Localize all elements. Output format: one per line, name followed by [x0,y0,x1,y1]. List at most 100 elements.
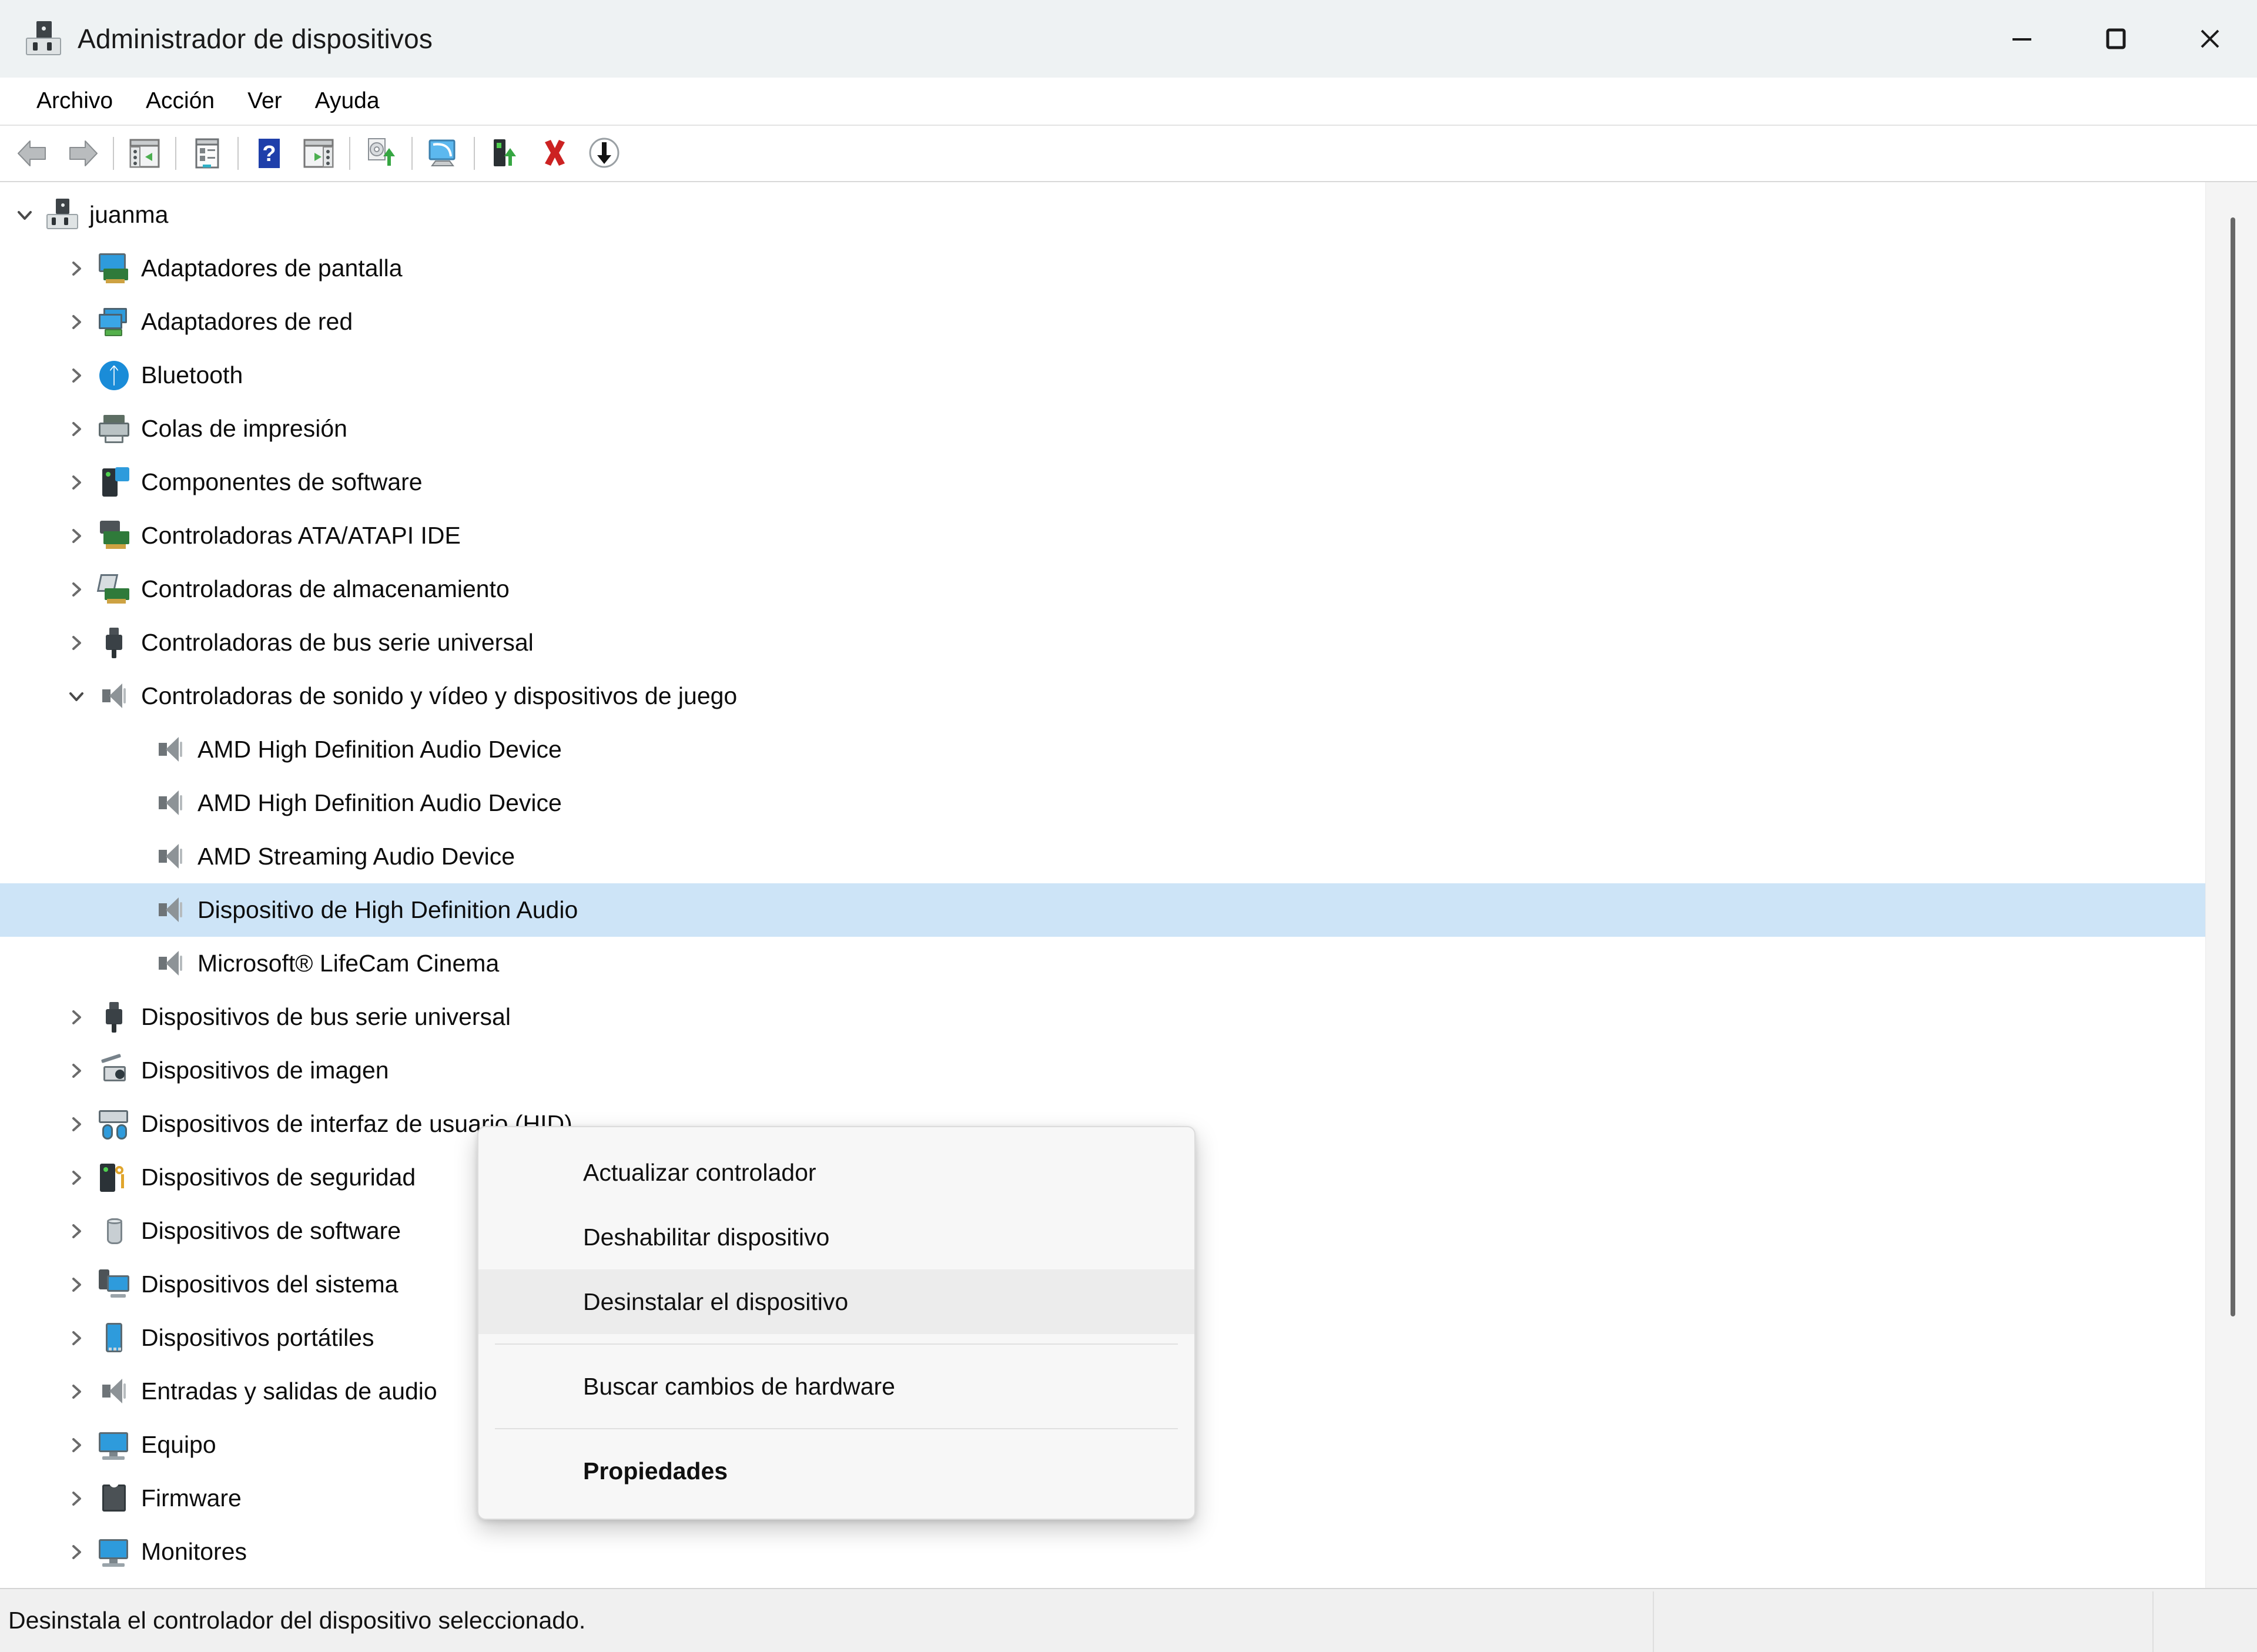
menu-accion[interactable]: Acción [129,77,231,125]
forward-button[interactable] [58,131,107,176]
tree-node-dispositivo-de-high-definition-audio[interactable]: Dispositivo de High Definition Audio [0,883,2257,937]
chevron-right-icon[interactable] [63,630,89,656]
chevron-right-icon[interactable] [63,470,89,495]
tree-node-amd-streaming-audio-device[interactable]: AMD Streaming Audio Device [0,830,2257,883]
enable-device-button[interactable] [481,131,530,176]
chevron-right-icon[interactable] [63,363,89,388]
tree-pane: juanma Adaptadores de pantalla Adaptador… [0,182,2257,1588]
maximize-button[interactable] [2069,0,2163,78]
chevron-down-icon[interactable] [63,683,89,709]
status-bar-divider [2152,1591,2154,1652]
system-device-icon [98,1268,130,1301]
speaker-icon [154,840,187,873]
tree-node-dispositivos-de-imagen[interactable]: Dispositivos de imagen [0,1044,2257,1097]
context-menu-item-actualizar-controlador[interactable]: Actualizar controlador [478,1140,1194,1205]
scan-hardware-button[interactable] [418,131,468,176]
menu-archivo[interactable]: Archivo [20,77,129,125]
chevron-right-icon[interactable] [63,523,89,549]
tree-node-label: Controladoras ATA/ATAPI IDE [141,522,461,549]
chevron-down-icon[interactable] [12,202,38,228]
tree-node-controladoras-ata-atapi-ide[interactable]: Controladoras ATA/ATAPI IDE [0,509,2257,562]
chevron-right-icon[interactable] [63,577,89,602]
tree-node-label: Firmware [141,1485,242,1512]
tree-node-label: Dispositivos de imagen [141,1057,389,1084]
chevron-right-icon[interactable] [63,256,89,282]
tree-node-juanma[interactable]: juanma [0,188,2257,242]
context-menu-item-desinstalar-el-dispositivo[interactable]: Desinstalar el dispositivo [478,1269,1194,1334]
storage-controller-icon [96,573,130,606]
tree-node-adaptadores-de-red[interactable]: Adaptadores de red [0,295,2257,349]
chevron-right-icon[interactable] [63,1218,89,1244]
speaker-icon [154,787,187,820]
firmware-chip-icon [98,1482,130,1515]
toolbar: ? [0,126,2257,182]
tree-node-controladoras-de-almacenamiento[interactable]: Controladoras de almacenamiento [0,562,2257,616]
tree-node-bluetooth[interactable]: ᛏ Bluetooth [0,349,2257,402]
tree-node-label: AMD High Definition Audio Device [197,789,562,816]
menu-ver[interactable]: Ver [231,77,299,125]
context-menu-separator [495,1343,1178,1345]
svg-text:?: ? [262,142,276,166]
chevron-right-icon[interactable] [63,1058,89,1084]
window-controls [1975,0,2257,78]
console-tree-button[interactable] [120,131,169,176]
help-button[interactable]: ? [245,131,294,176]
tree-node-label: Adaptadores de red [141,308,353,335]
action-pane-button[interactable] [294,131,343,176]
minimize-button[interactable] [1975,0,2069,78]
context-menu-separator [495,1428,1178,1429]
menu-ayuda[interactable]: Ayuda [299,77,396,125]
toolbar-separator [349,137,350,170]
close-button[interactable] [2163,0,2257,78]
speaker-icon [154,733,187,766]
tree-node-label: Dispositivos del sistema [141,1271,399,1298]
tree-node-monitores[interactable]: Monitores [0,1525,2257,1579]
tree-node-controladoras-de-sonido-y-video[interactable]: Controladoras de sonido y vídeo y dispos… [0,669,2257,723]
chevron-right-icon[interactable] [63,1486,89,1512]
chevron-right-icon[interactable] [63,1111,89,1137]
software-component-icon [98,466,130,499]
tree-node-dispositivos-de-bus-serie-universal[interactable]: Dispositivos de bus serie universal [0,990,2257,1044]
chevron-right-icon[interactable] [63,1432,89,1458]
device-manager-icon [25,20,62,58]
chevron-right-icon[interactable] [63,1165,89,1191]
tree-node-microsoft-lifecam-cinema[interactable]: Microsoft® LifeCam Cinema [0,937,2257,990]
software-device-icon [98,1215,130,1248]
chevron-right-icon[interactable] [63,309,89,335]
update-driver-button[interactable] [356,131,406,176]
tree-node-label: Controladoras de bus serie universal [141,629,534,656]
portable-device-icon [98,1322,130,1355]
chevron-right-icon[interactable] [63,1539,89,1565]
tree-node-amd-high-definition-audio-device[interactable]: AMD High Definition Audio Device [0,776,2257,830]
chevron-right-icon[interactable] [63,1272,89,1298]
speaker-icon [154,947,187,980]
tree-node-label: Entradas y salidas de audio [141,1378,437,1405]
tree-node-label: Bluetooth [141,361,243,388]
tree-node-label: AMD Streaming Audio Device [197,843,515,870]
vertical-scrollbar[interactable] [2205,182,2257,1588]
uninstall-device-button[interactable] [530,131,580,176]
context-menu-item-buscar-cambios-de-hardware[interactable]: Buscar cambios de hardware [478,1354,1194,1419]
tree-node-amd-high-definition-audio-device[interactable]: AMD High Definition Audio Device [0,723,2257,776]
back-button[interactable] [8,131,58,176]
tree-node-componentes-de-software[interactable]: Componentes de software [0,455,2257,509]
chevron-right-icon[interactable] [63,416,89,442]
tree-node-adaptadores-de-pantalla[interactable]: Adaptadores de pantalla [0,242,2257,295]
tree-node-label: Dispositivo de High Definition Audio [197,896,578,923]
tree-node-controladoras-de-bus-serie-universal[interactable]: Controladoras de bus serie universal [0,616,2257,669]
speaker-icon [98,680,130,713]
tree-node-label: Equipo [141,1431,216,1458]
chevron-right-icon[interactable] [63,1379,89,1405]
chevron-right-icon[interactable] [63,1004,89,1030]
context-menu-item-propiedades[interactable]: Propiedades [478,1439,1194,1503]
properties-button[interactable] [182,131,232,176]
security-device-icon [98,1161,130,1194]
chevron-right-icon[interactable] [63,1325,89,1351]
tree-node-colas-de-impresion[interactable]: Colas de impresión [0,402,2257,455]
speaker-icon [98,1375,130,1408]
disable-device-button[interactable] [580,131,629,176]
display-adapter-icon [98,252,130,285]
scrollbar-thumb[interactable] [2231,217,2235,1316]
ide-controller-icon [98,520,130,552]
context-menu-item-deshabilitar-dispositivo[interactable]: Deshabilitar dispositivo [478,1205,1194,1269]
